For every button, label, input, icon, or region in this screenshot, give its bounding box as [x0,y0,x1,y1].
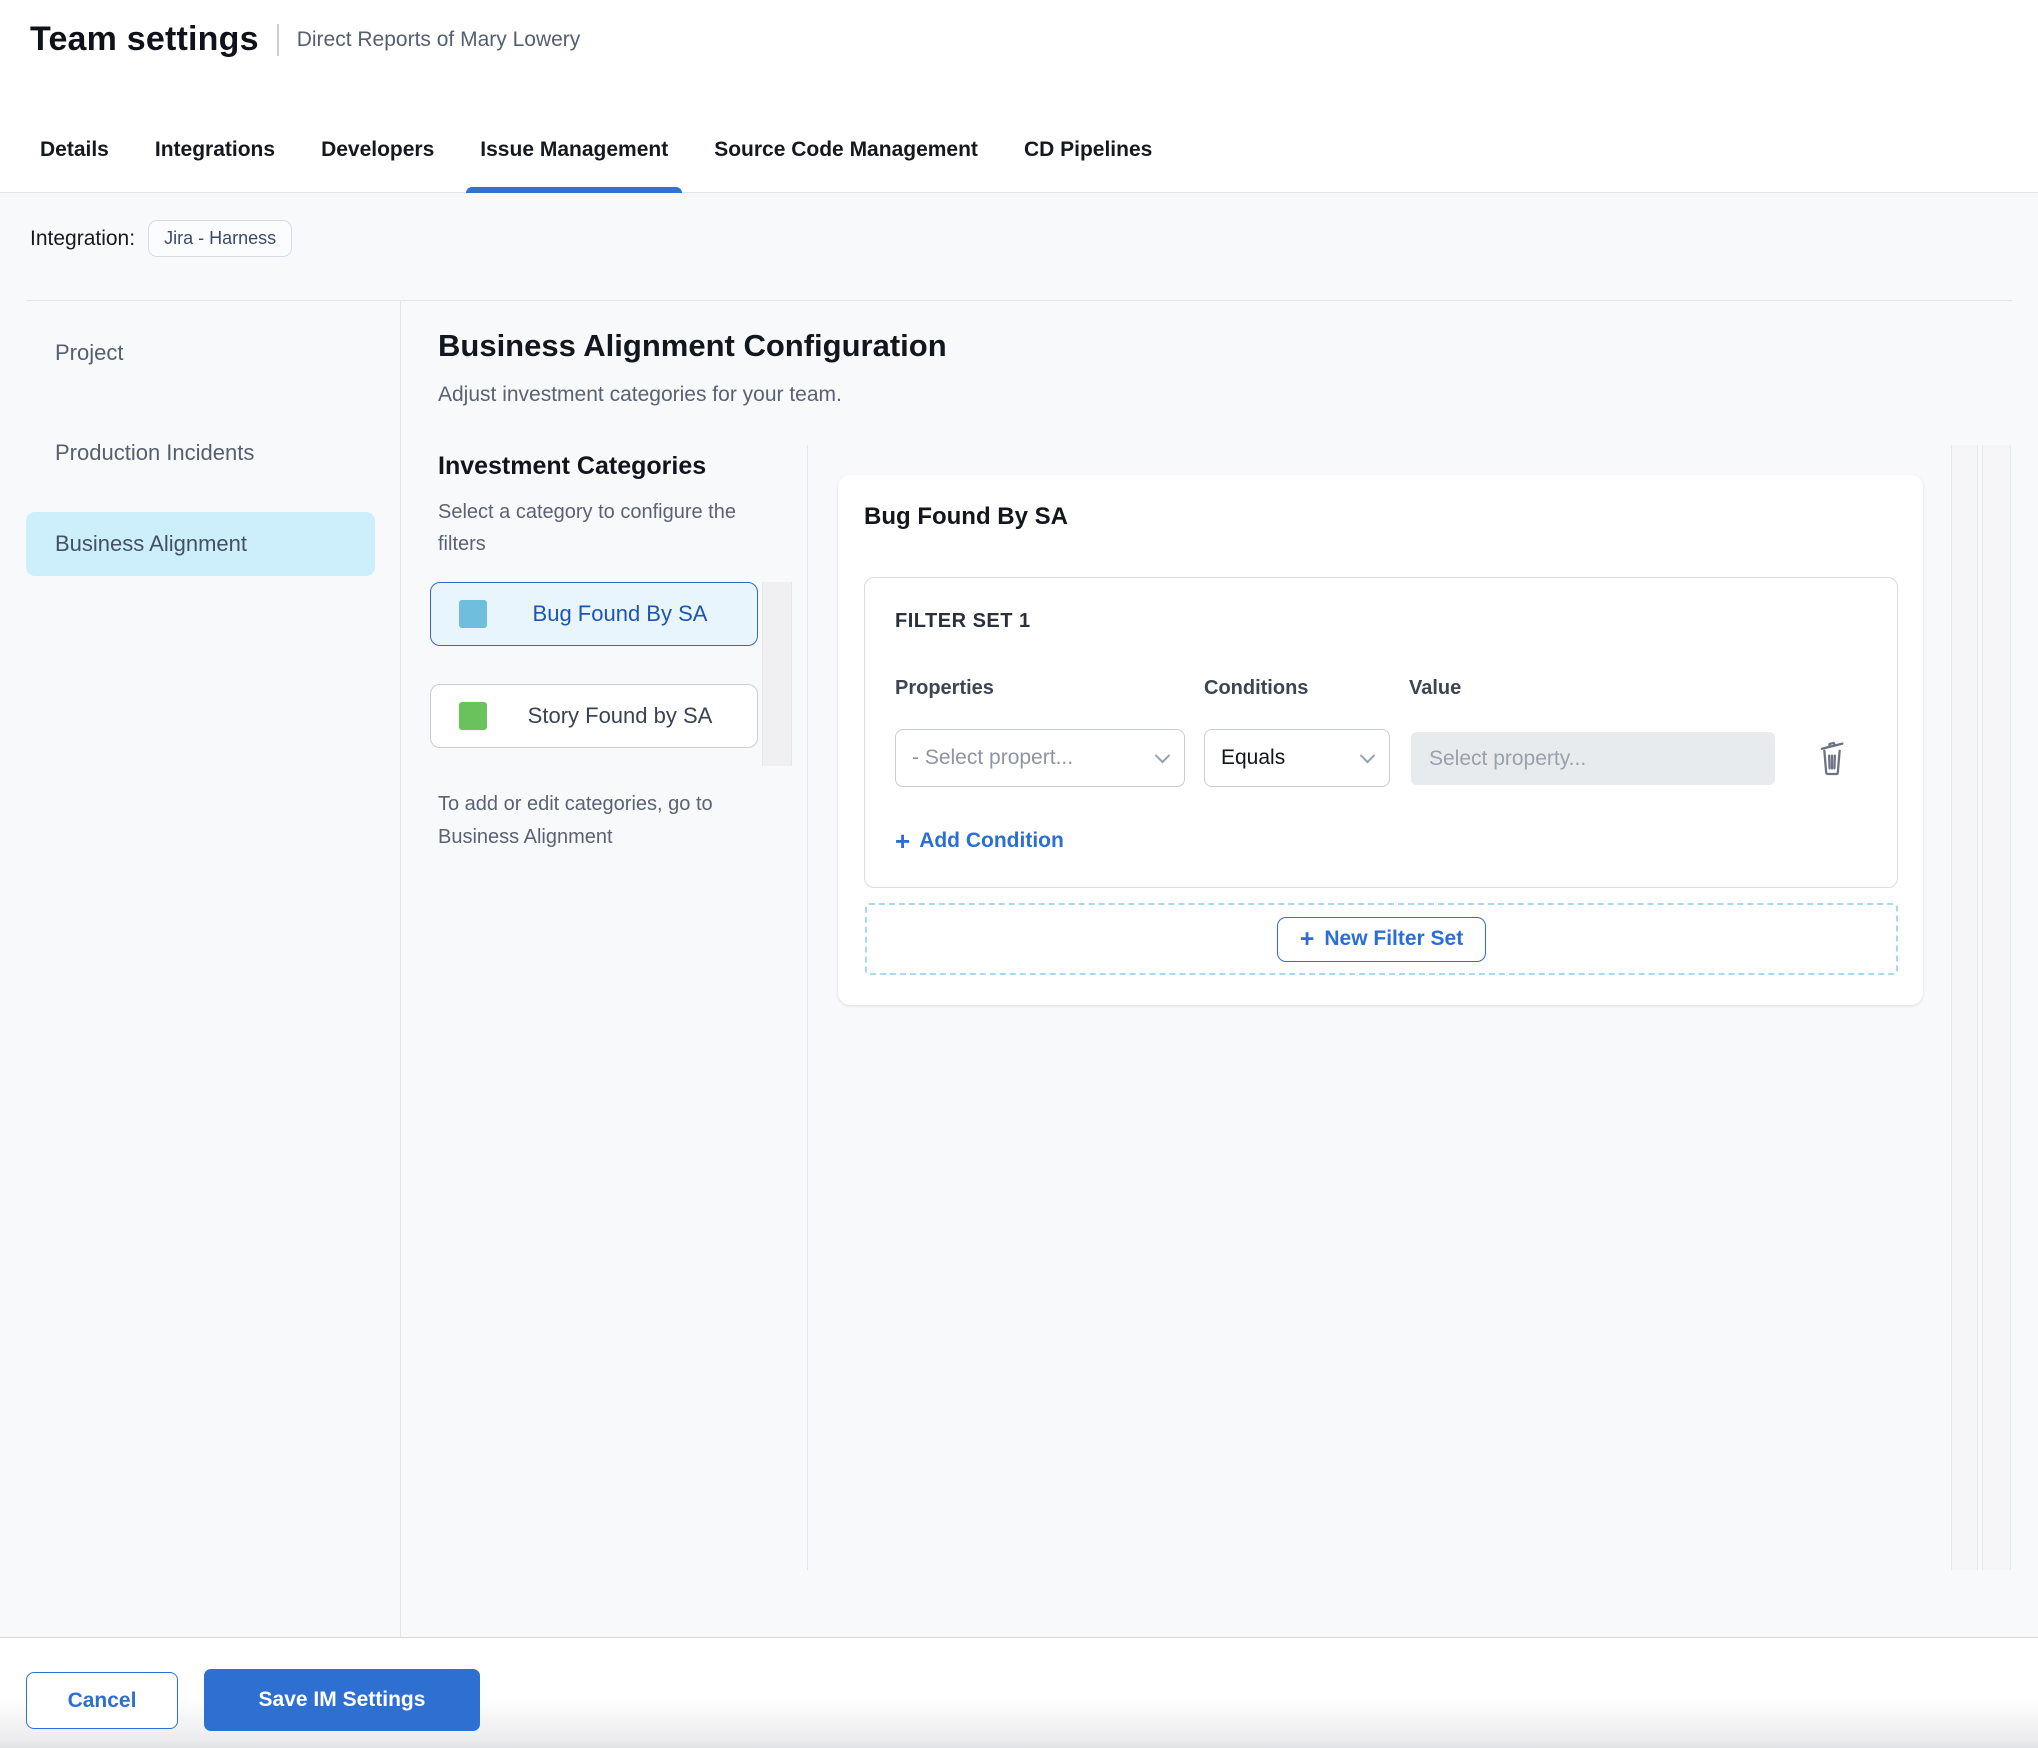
plus-icon: + [895,826,911,856]
value-input[interactable] [1411,732,1775,785]
page-subtitle: Direct Reports of Mary Lowery [296,27,581,51]
category-story-found-by-sa[interactable]: Story Found by SA [430,684,758,748]
sidebar-item-business-alignment[interactable]: Business Alignment [26,512,375,576]
tab-bar: Details Integrations Developers Issue Ma… [0,85,2038,193]
category-color-swatch [459,702,487,730]
tab-details[interactable]: Details [26,138,123,192]
content-top-divider [26,300,2012,301]
category-color-swatch [459,600,487,628]
save-im-settings-button[interactable]: Save IM Settings [204,1669,480,1731]
sidebar-item-project[interactable]: Project [55,340,123,366]
team-settings-page: Team settings Direct Reports of Mary Low… [0,0,2038,1748]
cancel-button[interactable]: Cancel [26,1672,178,1729]
new-filter-set-zone: + New Filter Set [865,903,1898,975]
tab-issue-management[interactable]: Issue Management [466,138,683,193]
integration-label: Integration: [30,226,136,250]
investment-categories-helper: Select a category to configure the filte… [438,501,736,555]
plus-icon: + [1299,924,1315,953]
chevron-down-icon [1359,747,1376,763]
section-subtitle: Adjust investment categories for your te… [438,383,842,406]
category-label: Story Found by SA [527,703,713,728]
sidebar-item-label: Business Alignment [55,531,247,556]
filter-config-card: Bug Found By SA FILTER SET 1 Properties … [838,475,1923,1005]
sidebar-divider [400,301,401,1637]
column-label-conditions: Conditions [1204,677,1309,699]
category-label: Bug Found By SA [532,601,708,626]
tab-source-code-management[interactable]: Source Code Management [700,138,992,192]
delete-condition-button[interactable] [1813,736,1851,780]
property-select-value: - Select propert... [912,746,1074,769]
page-title: Team settings [30,20,259,58]
integration-chip[interactable]: Jira - Harness [148,220,293,257]
footer-bar: Cancel Save IM Settings [0,1638,2038,1748]
header: Team settings Direct Reports of Mary Low… [30,20,580,59]
condition-select-value: Equals [1221,746,1286,769]
filter-card-title: Bug Found By SA [864,503,1068,530]
condition-select[interactable]: Equals [1204,729,1390,787]
column-label-value: Value [1409,677,1462,699]
chevron-down-icon [1154,747,1171,763]
categories-divider [807,445,808,1570]
property-select[interactable]: - Select propert... [895,729,1185,787]
add-condition-label: Add Condition [919,829,1064,852]
tab-integrations[interactable]: Integrations [141,138,289,192]
filter-set-label: FILTER SET 1 [895,610,1031,632]
column-label-properties: Properties [895,677,994,699]
sidebar-item-production-incidents[interactable]: Production Incidents [55,440,254,466]
new-filter-set-label: New Filter Set [1324,927,1464,950]
add-condition-button[interactable]: + Add Condition [895,828,1064,854]
trash-icon [1820,741,1844,775]
integration-row: Integration: Jira - Harness [30,220,293,257]
category-bug-found-by-sa[interactable]: Bug Found By SA [430,582,758,646]
categories-footnote: To add or edit categories, go to Busines… [438,793,713,848]
tab-cd-pipelines[interactable]: CD Pipelines [1010,138,1166,192]
panel-scrollbar[interactable] [1951,445,1978,1570]
category-list-scrollbar[interactable] [762,582,792,766]
page-scrollbar[interactable] [1982,445,2011,1570]
filter-set-1: FILTER SET 1 Properties Conditions Value… [864,577,1898,888]
new-filter-set-button[interactable]: + New Filter Set [1276,916,1487,962]
title-separator [276,23,279,56]
investment-categories-heading: Investment Categories [438,452,707,480]
tab-developers[interactable]: Developers [307,138,448,192]
section-title: Business Alignment Configuration [438,328,947,363]
